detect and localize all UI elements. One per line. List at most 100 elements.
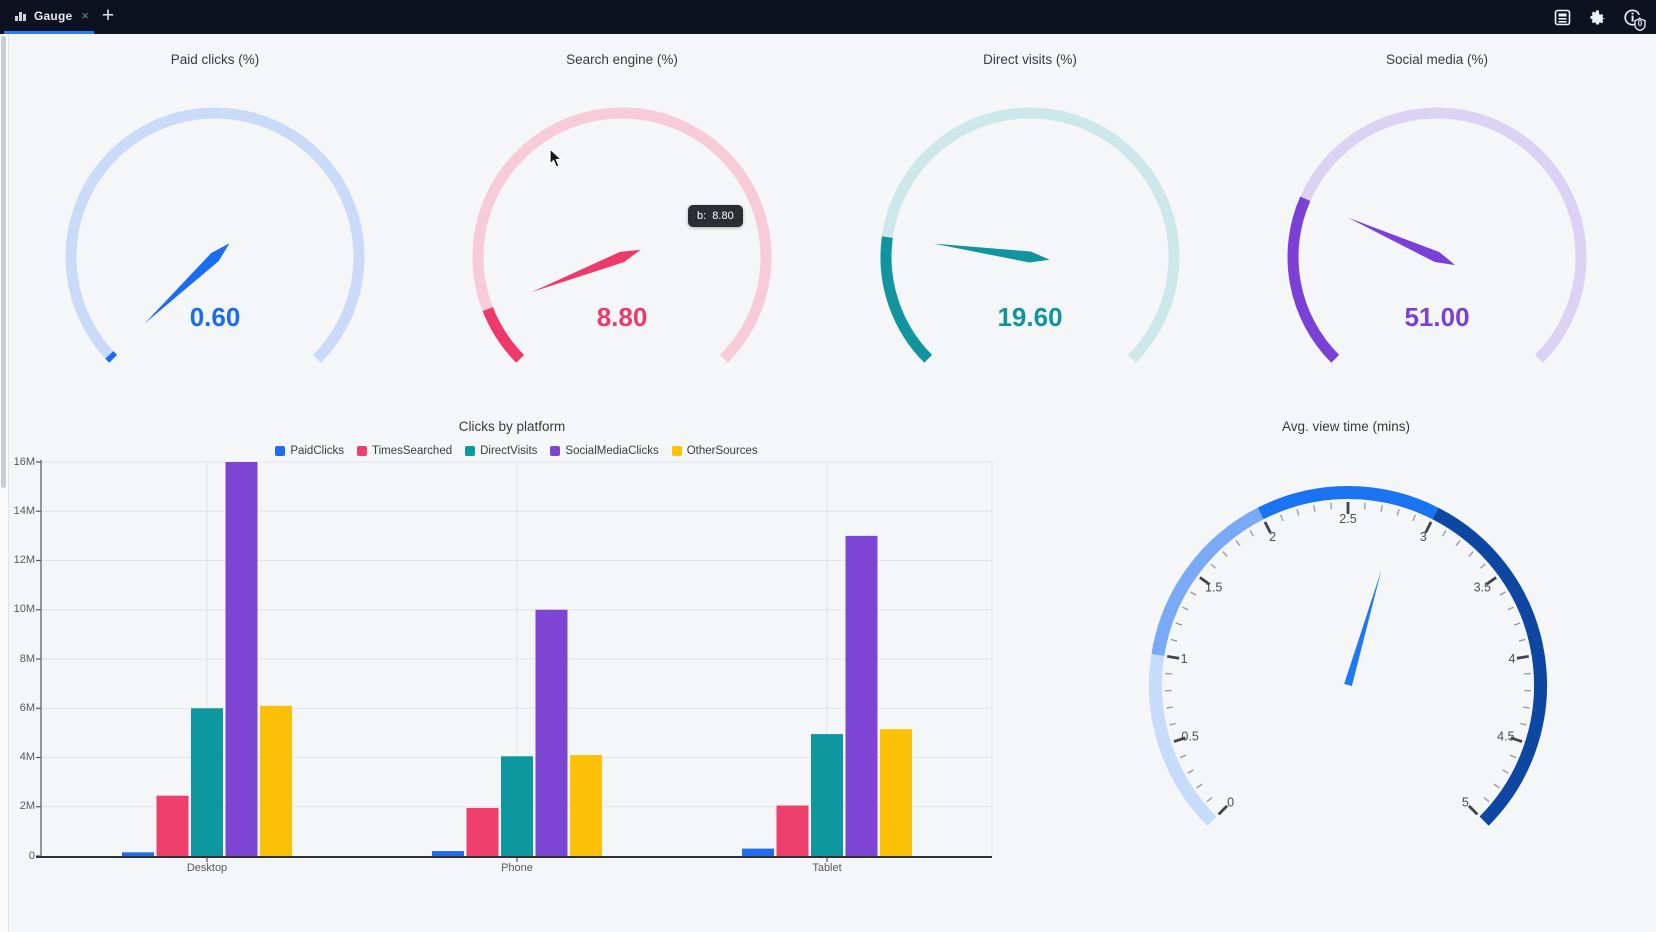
minor-tick [1281, 515, 1283, 521]
gauge-title-paid-clicks: Paid clicks (%) [171, 52, 260, 67]
x-category-label: Phone [501, 862, 533, 874]
gauge-progress-arc[interactable] [109, 355, 113, 359]
minor-tick [1207, 798, 1212, 802]
legend-label: TimesSearched [372, 445, 452, 457]
minor-tick [1223, 552, 1227, 557]
bar-othersources-desktop[interactable] [260, 706, 292, 856]
minor-tick [1510, 755, 1516, 758]
gauge-title-direct-visits: Direct visits (%) [983, 52, 1077, 67]
minor-tick [1169, 724, 1175, 725]
avg-gauge-needle [1344, 570, 1381, 686]
legend-label: OtherSources [687, 445, 758, 457]
minor-tick [1314, 505, 1315, 511]
minor-tick [1443, 530, 1446, 535]
y-tick-label: 2M [0, 800, 35, 812]
gauge-value-direct-visits: 19.60 [997, 302, 1062, 333]
minor-tick [1190, 592, 1196, 595]
bar-directvisits-tablet[interactable] [811, 734, 843, 856]
dashboard-window: Gauge × + [0, 0, 1656, 932]
legend-item-paidclicks[interactable]: PaidClicks [275, 445, 344, 457]
minor-tick [1520, 724, 1526, 725]
bar-paidclicks-tablet[interactable] [742, 849, 774, 856]
scale-tick-label: 1 [1181, 652, 1188, 666]
minor-tick [1176, 623, 1182, 625]
minor-tick [1480, 564, 1485, 568]
legend-swatch [465, 446, 475, 456]
bar-chart-legend: PaidClicks TimesSearched DirectVisits Socia… [41, 445, 992, 457]
bar-paidclicks-desktop[interactable] [122, 852, 154, 856]
minor-tick [1236, 540, 1240, 545]
bar-timessearched-phone[interactable] [467, 808, 499, 856]
legend-swatch [672, 446, 682, 456]
minor-tick [1211, 564, 1216, 568]
y-tick-label: 14M [0, 505, 35, 517]
bar-socialmediaclicks-tablet[interactable] [846, 536, 878, 856]
minor-tick [1180, 755, 1186, 758]
y-tick-label: 16M [0, 456, 35, 468]
scale-tick-label: 1.5 [1205, 580, 1222, 594]
bar-chart-title: Clicks by platform [459, 419, 566, 434]
bar-directvisits-desktop[interactable] [191, 708, 223, 856]
minor-tick [1469, 552, 1473, 557]
legend-item-othersources[interactable]: OtherSources [672, 445, 758, 457]
gauge-value-paid-clicks: 0.60 [190, 302, 241, 333]
minor-tick [1500, 592, 1506, 595]
major-tick [1167, 656, 1179, 658]
legend-item-timessearched[interactable]: TimesSearched [357, 445, 452, 457]
bar-timessearched-desktop[interactable] [157, 796, 189, 856]
scale-tick-label: 3 [1420, 530, 1427, 544]
scale-tick-label: 2.5 [1339, 512, 1356, 526]
minor-tick [1397, 509, 1399, 515]
y-tick-label: 0 [0, 850, 35, 862]
gauge-needle [934, 244, 1050, 263]
legend-item-directvisits[interactable]: DirectVisits [465, 445, 537, 457]
legend-label: PaidClicks [290, 445, 344, 457]
bar-socialmediaclicks-phone[interactable] [536, 610, 568, 856]
gauge-needle [532, 250, 641, 292]
scale-tick-label: 5 [1462, 795, 1469, 809]
scale-tick-label: 4.5 [1497, 729, 1514, 743]
minor-tick [1523, 707, 1529, 708]
minor-tick [1381, 505, 1382, 511]
major-tick [1219, 806, 1227, 814]
minor-tick [1331, 503, 1332, 509]
x-category-label: Tablet [812, 862, 841, 874]
gauge-progress-arc[interactable] [1293, 199, 1335, 359]
minor-tick [1519, 639, 1525, 641]
legend-label: DirectVisits [480, 445, 537, 457]
y-tick-label: 8M [0, 653, 35, 665]
legend-swatch [275, 446, 285, 456]
minor-tick [1166, 707, 1172, 708]
hover-tooltip: b: 8.80 [688, 205, 743, 227]
legend-label: SocialMediaClicks [565, 445, 658, 457]
major-tick [1517, 656, 1529, 658]
scale-tick-label: 4 [1508, 652, 1515, 666]
bar-paidclicks-phone[interactable] [432, 851, 464, 856]
minor-tick [1494, 784, 1499, 788]
avg-gauge-title: Avg. view time (mins) [1282, 419, 1410, 434]
legend-swatch [550, 446, 560, 456]
minor-tick [1188, 770, 1194, 773]
minor-tick [1413, 515, 1415, 521]
minor-tick [1365, 503, 1366, 509]
mouse-cursor [549, 148, 564, 169]
y-tick-label: 6M [0, 702, 35, 714]
gauge-value-search-engine: 8.80 [597, 302, 648, 333]
gauge-value-social-media: 51.00 [1404, 302, 1469, 333]
bar-directvisits-phone[interactable] [501, 756, 533, 856]
major-tick [1469, 806, 1477, 814]
scale-tick-label: 0.5 [1181, 729, 1198, 743]
legend-item-socialmediaclicks[interactable]: SocialMediaClicks [550, 445, 658, 457]
gauge-progress-arc[interactable] [488, 309, 520, 359]
gauge-needle [1348, 218, 1455, 265]
minor-tick [1182, 607, 1188, 610]
y-tick-label: 12M [0, 554, 35, 566]
bar-othersources-tablet[interactable] [880, 729, 912, 856]
bar-timessearched-tablet[interactable] [777, 806, 809, 856]
gauge-progress-arc[interactable] [886, 237, 928, 359]
scale-band-segment[interactable] [1435, 513, 1540, 821]
legend-swatch [357, 446, 367, 456]
bar-othersources-phone[interactable] [570, 755, 602, 856]
minor-tick [1250, 530, 1253, 535]
bar-socialmediaclicks-desktop[interactable] [226, 462, 258, 856]
